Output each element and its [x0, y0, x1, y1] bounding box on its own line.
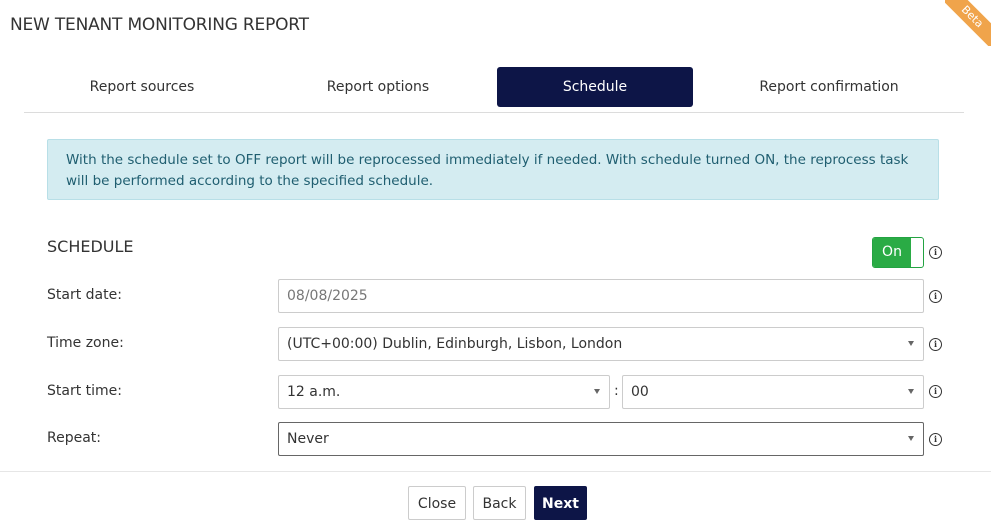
info-icon[interactable]: i — [929, 290, 942, 303]
time-zone-label: Time zone: — [47, 335, 124, 351]
back-button[interactable]: Back — [473, 486, 526, 520]
tab-report-options[interactable]: Report options — [260, 67, 496, 107]
chevron-down-icon — [908, 389, 914, 394]
start-time-minute-select[interactable]: 00 — [622, 375, 924, 409]
time-zone-value: (UTC+00:00) Dublin, Edinburgh, Lisbon, L… — [287, 336, 623, 352]
tab-report-sources[interactable]: Report sources — [24, 67, 260, 107]
info-icon[interactable]: i — [929, 385, 942, 398]
start-time-hour-select[interactable]: 12 a.m. — [278, 375, 610, 409]
info-icon[interactable]: i — [929, 246, 942, 259]
start-time-minute-value: 00 — [631, 384, 649, 400]
start-time-hour-value: 12 a.m. — [287, 384, 341, 400]
next-button[interactable]: Next — [534, 486, 587, 520]
chevron-down-icon — [908, 436, 914, 441]
section-title: SCHEDULE — [47, 237, 134, 256]
time-separator: : — [614, 383, 619, 399]
wizard-tabs: Report sources Report options Schedule R… — [24, 66, 964, 113]
info-icon[interactable]: i — [929, 338, 942, 351]
time-zone-select[interactable]: (UTC+00:00) Dublin, Edinburgh, Lisbon, L… — [278, 327, 924, 361]
repeat-value: Never — [287, 431, 329, 447]
start-time-label: Start time: — [47, 383, 122, 399]
chevron-down-icon — [594, 389, 600, 394]
page-title: NEW TENANT MONITORING REPORT — [10, 15, 309, 35]
start-date-label: Start date: — [47, 287, 122, 303]
close-button[interactable]: Close — [408, 486, 466, 520]
info-icon[interactable]: i — [929, 433, 942, 446]
beta-label: Beta — [945, 0, 991, 46]
tab-schedule[interactable]: Schedule — [497, 67, 693, 107]
footer-divider — [0, 471, 991, 472]
tab-report-confirmation[interactable]: Report confirmation — [724, 67, 934, 107]
schedule-toggle[interactable]: On — [872, 237, 924, 268]
toggle-on-label: On — [873, 238, 911, 267]
repeat-label: Repeat: — [47, 430, 101, 446]
beta-ribbon: Beta — [945, 0, 991, 46]
repeat-select[interactable]: Never — [278, 422, 924, 456]
start-date-input[interactable] — [287, 280, 923, 312]
start-date-field[interactable] — [278, 279, 924, 313]
chevron-down-icon — [908, 341, 914, 346]
schedule-info-alert: With the schedule set to OFF report will… — [47, 139, 939, 200]
